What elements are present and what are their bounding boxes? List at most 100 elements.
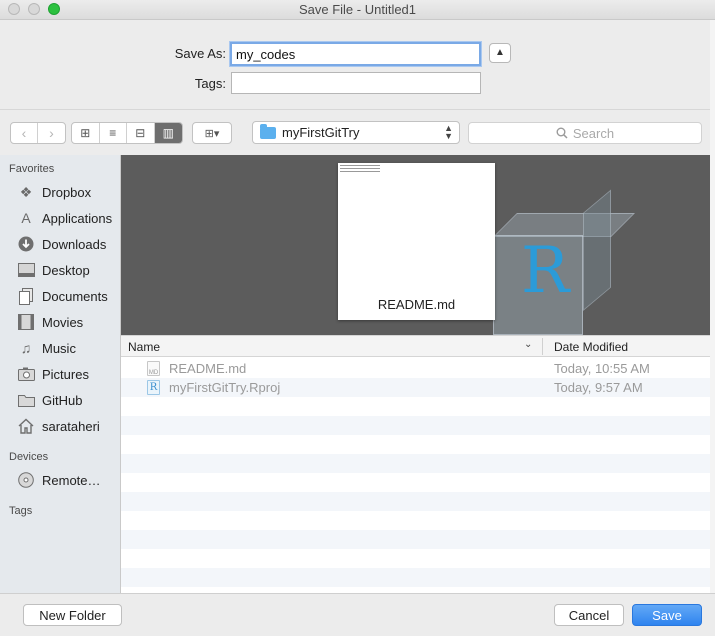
- save-dialog: Save File - Untitled1 Save As: ▲ Tags: ‹…: [0, 0, 715, 636]
- empty-row: [121, 435, 710, 454]
- chevron-right-icon: ›: [49, 125, 54, 141]
- sidebar: Favorites ❖ Dropbox A Applications Downl…: [0, 155, 121, 593]
- empty-row: [121, 397, 710, 416]
- back-button[interactable]: ‹: [11, 123, 39, 143]
- applications-icon: A: [21, 210, 31, 226]
- sidebar-section-favorites: Favorites: [9, 163, 55, 175]
- folder-icon: [260, 123, 276, 139]
- sidebar-item-label: GitHub: [42, 392, 83, 408]
- sidebar-item-label: Remote…: [42, 472, 101, 488]
- sidebar-item-downloads[interactable]: Downloads: [16, 234, 120, 254]
- dialog-footer: New Folder Cancel Save: [0, 593, 715, 636]
- file-date: Today, 10:55 AM: [554, 361, 650, 376]
- sidebar-item-documents[interactable]: Documents: [16, 286, 120, 306]
- columns-icon: ⊟: [135, 126, 146, 140]
- music-icon: ♫: [20, 340, 32, 356]
- markdown-file-icon: MD: [147, 361, 160, 376]
- table-row[interactable]: MD README.md Today, 10:55 AM: [121, 359, 710, 378]
- expand-dialog-button[interactable]: ▲: [489, 43, 511, 63]
- thumbnail-file-name: README.md: [377, 297, 456, 312]
- file-date: Today, 9:57 AM: [554, 380, 643, 395]
- column-header-date-modified[interactable]: Date Modified: [554, 340, 628, 354]
- pictures-icon: [16, 365, 36, 383]
- chevron-down-icon[interactable]: ⌄: [524, 339, 532, 350]
- movies-icon: [16, 313, 36, 331]
- list-view-button[interactable]: ≡: [100, 123, 127, 143]
- location-label: myFirstGitTry: [282, 125, 360, 140]
- sidebar-section-tags: Tags: [9, 505, 33, 517]
- sidebar-item-desktop[interactable]: Desktop: [16, 260, 120, 280]
- location-popup[interactable]: myFirstGitTry ▲ ▼: [252, 121, 460, 144]
- folder-icon: [16, 391, 36, 409]
- sidebar-item-remote-disc[interactable]: Remote…: [16, 470, 120, 490]
- sidebar-item-label: Dropbox: [42, 184, 92, 200]
- popup-arrows-icon: ▲ ▼: [444, 123, 453, 141]
- empty-row: [121, 473, 710, 492]
- home-icon: [16, 417, 36, 435]
- column-header-name[interactable]: Name: [128, 340, 160, 354]
- empty-row: [121, 416, 710, 435]
- disc-icon: [16, 471, 36, 489]
- search-field[interactable]: Search: [468, 122, 702, 144]
- arrange-menu-button[interactable]: ⊞▾: [192, 122, 232, 144]
- file-name: README.md: [169, 361, 247, 376]
- file-name: myFirstGitTry.Rproj: [169, 380, 281, 395]
- table-row[interactable]: R myFirstGitTry.Rproj Today, 9:57 AM: [121, 378, 710, 397]
- sidebar-item-label: Pictures: [42, 366, 89, 382]
- chevron-up-icon: ▲: [495, 47, 505, 58]
- sidebar-item-label: Movies: [42, 314, 84, 330]
- window-title: Save File - Untitled1: [298, 2, 417, 17]
- sidebar-item-pictures[interactable]: Pictures: [16, 364, 120, 384]
- sidebar-item-label: Downloads: [42, 236, 107, 252]
- grid-icon: ⊞: [80, 126, 91, 140]
- cancel-button[interactable]: Cancel: [554, 604, 624, 626]
- icon-view-button[interactable]: ⊞: [72, 123, 100, 143]
- sidebar-item-home[interactable]: sarataheri: [16, 416, 120, 436]
- new-folder-button[interactable]: New Folder: [23, 604, 122, 626]
- save-button[interactable]: Save: [632, 604, 702, 626]
- empty-row: [121, 530, 710, 549]
- sidebar-item-label: Applications: [42, 210, 113, 226]
- thumbnail-text-lines: [340, 165, 380, 173]
- empty-row: [121, 568, 710, 587]
- sidebar-item-movies[interactable]: Movies: [16, 312, 120, 332]
- file-thumbnail[interactable]: README.md: [338, 163, 495, 320]
- column-divider[interactable]: [542, 338, 543, 355]
- chevron-left-icon: ‹: [21, 125, 27, 141]
- list-header: Name ⌄ Date Modified: [121, 335, 710, 357]
- empty-row: [121, 492, 710, 511]
- title-bar: Save File - Untitled1: [0, 0, 715, 20]
- coverflow-icon: ▥: [162, 126, 174, 140]
- sidebar-item-label: Desktop: [42, 262, 90, 278]
- sidebar-item-music[interactable]: ♫ Music: [16, 338, 120, 358]
- save-as-label: Save As:: [174, 46, 226, 61]
- sidebar-item-applications[interactable]: A Applications: [16, 208, 120, 228]
- rproj-file-icon: R: [147, 380, 160, 395]
- r-logo: R: [521, 234, 570, 308]
- sidebar-item-dropbox[interactable]: ❖ Dropbox: [16, 182, 120, 202]
- navigation-buttons: ‹ ›: [10, 122, 66, 144]
- sidebar-item-label: Documents: [42, 288, 108, 304]
- empty-row: [121, 511, 710, 530]
- coverflow-view-button[interactable]: ▥: [154, 123, 182, 143]
- tags-input[interactable]: [231, 72, 481, 94]
- list-icon: ≡: [109, 126, 117, 140]
- empty-row: [121, 454, 710, 473]
- file-list: Name ⌄ Date Modified MD README.md Today,…: [121, 335, 710, 593]
- search-placeholder: Search: [572, 125, 615, 141]
- background-window-edge: [710, 20, 715, 636]
- dropbox-icon: ❖: [19, 183, 33, 200]
- view-mode-switcher: ⊞ ≡ ⊟ ▥: [71, 122, 183, 144]
- save-as-input[interactable]: [230, 42, 481, 66]
- forward-button[interactable]: ›: [38, 123, 65, 143]
- column-view-button[interactable]: ⊟: [127, 123, 155, 143]
- downloads-icon: [16, 235, 36, 253]
- tags-label: Tags:: [194, 76, 226, 91]
- sidebar-item-label: sarataheri: [42, 418, 100, 434]
- desktop-icon: [16, 261, 36, 279]
- empty-row: [121, 549, 710, 568]
- sidebar-section-devices: Devices: [9, 451, 49, 463]
- arrange-icon: ⊞▾: [204, 127, 220, 140]
- sidebar-item-github[interactable]: GitHub: [16, 390, 120, 410]
- divider: [0, 109, 715, 110]
